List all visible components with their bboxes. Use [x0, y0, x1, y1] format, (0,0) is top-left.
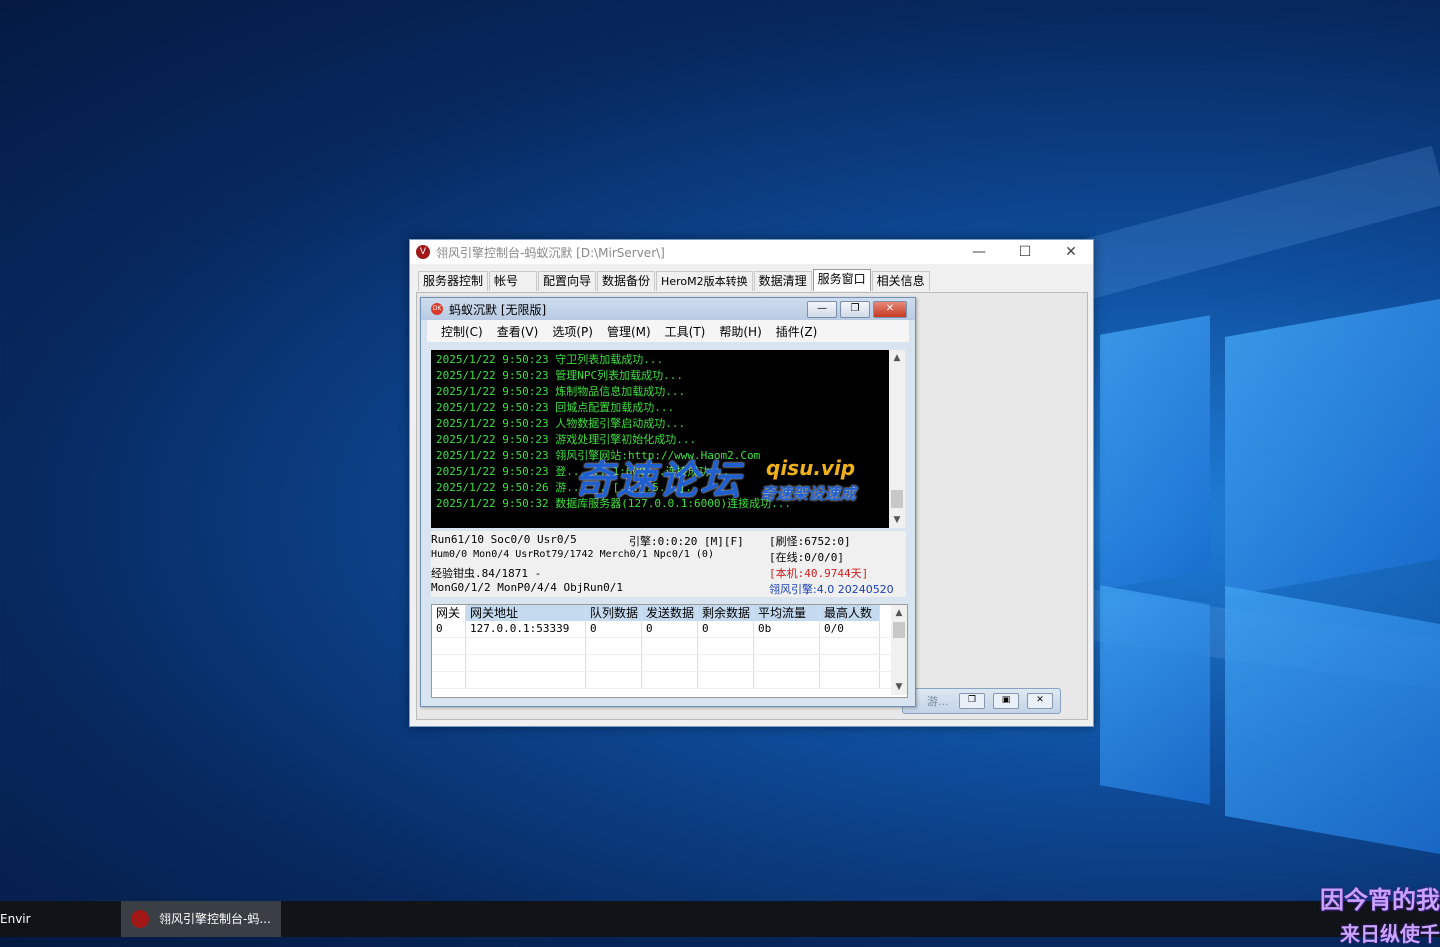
table-row — [432, 672, 907, 689]
menu-options[interactable]: 选项(P) — [552, 323, 593, 340]
log-line: 2025/1/22 9:50:23 游戏处理引擎初始化成功... — [436, 433, 697, 446]
tab-account[interactable]: 帐号 — [489, 271, 538, 291]
table-cell: 0 — [432, 621, 466, 637]
child-titlebar: DK 蚂蚁沉默 [无限版] — ❐ ✕ — [421, 298, 915, 320]
gateway-table: 网关 网关地址 队列数据 发送数据 剩余数据 平均流量 最高人数 0 127.0… — [431, 604, 908, 698]
restore-icon[interactable]: ❐ — [959, 693, 985, 709]
col-gateway-address[interactable]: 网关地址 — [466, 605, 586, 621]
maximize-icon[interactable]: ▣ — [993, 693, 1019, 709]
child-menubar: 控制(C) 查看(V) 选项(P) 管理(M) 工具(T) 帮助(H) 插件(Z… — [427, 320, 909, 342]
stat-hum: Hum0/0 Mon0/4 UsrRot79/1742 Merch0/1 Npc… — [431, 549, 714, 560]
col-sent[interactable]: 发送数据 — [642, 605, 698, 621]
minimized-child-label: 游... — [927, 695, 949, 708]
taskbar-envir-item[interactable]: Envir — [0, 901, 31, 937]
table-cell: 0 — [698, 621, 754, 637]
stats-panel: Run61/10 Soc0/0 Usr0/5 引擎:0:0:20 [M][F] … — [431, 531, 906, 597]
tab-data-backup[interactable]: 数据备份 — [597, 271, 656, 291]
windows-logo-pane — [1225, 299, 1440, 597]
minimize-button[interactable]: — — [956, 240, 1002, 264]
scroll-up-icon[interactable]: ▲ — [891, 605, 907, 621]
child-minimize-button[interactable]: — — [807, 301, 837, 318]
stat-run: Run61/10 Soc0/0 Usr0/5 — [431, 533, 577, 546]
table-row — [432, 655, 907, 672]
windows-logo-pane — [1225, 586, 1440, 854]
tab-herom2-convert[interactable]: HeroM2版本转换 — [656, 271, 753, 291]
table-cell: 0/0 — [820, 621, 880, 637]
watermark-logo: 奇速论坛 — [574, 458, 742, 504]
col-remaining[interactable]: 剩余数据 — [698, 605, 754, 621]
windows-logo-pane — [1100, 315, 1210, 590]
log-line: 2025/1/22 9:50:23 回城点配置加载成功... — [436, 401, 675, 414]
table-cell: 0 — [642, 621, 698, 637]
col-gateway[interactable]: 网关 — [432, 605, 466, 621]
table-row[interactable]: 0 127.0.0.1:53339 0 0 0 0b 0/0 — [432, 621, 907, 638]
close-button[interactable]: ✕ — [1048, 240, 1094, 264]
stat-refresh: [刷怪:6752:0] — [769, 535, 851, 548]
log-line: 2025/1/22 9:50:23 人物数据引擎启动成功... — [436, 417, 686, 430]
tab-server-control[interactable]: 服务器控制 — [418, 271, 489, 291]
main-window-title: 翎风引擎控制台-蚂蚁沉默 [D:\MirServer\] — [436, 245, 665, 260]
taskbar-app-button[interactable]: 翎风引擎控制台-蚂... — [121, 901, 281, 937]
table-row — [432, 638, 907, 655]
log-line: 2025/1/22 9:50:23 炼制物品信息加载成功... — [436, 385, 686, 398]
watermark-url: qisu.vip — [766, 456, 856, 480]
stat-mon: MonG0/1/2 MonP0/4/4 ObjRun0/1 — [431, 581, 624, 594]
table-cell: 0b — [754, 621, 820, 637]
table-header: 网关 网关地址 队列数据 发送数据 剩余数据 平均流量 最高人数 — [432, 605, 907, 621]
taskbar: Envir 翎风引擎控制台-蚂... — [0, 901, 1440, 937]
app-logo-icon: V — [416, 245, 430, 259]
stat-version: 翎风引擎:4.0 20240520 — [769, 583, 894, 596]
log-line: 2025/1/22 9:50:23 管理NPC列表加载成功... — [436, 369, 683, 382]
main-titlebar: V 翎风引擎控制台-蚂蚁沉默 [D:\MirServer\] — ☐ ✕ — [410, 240, 1093, 264]
menu-help[interactable]: 帮助(H) — [719, 323, 761, 340]
col-queue[interactable]: 队列数据 — [586, 605, 642, 621]
minimized-child-window[interactable]: 游... ❐ ▣ ✕ — [902, 688, 1061, 714]
scroll-thumb[interactable] — [893, 622, 905, 638]
menu-control[interactable]: 控制(C) — [441, 323, 483, 340]
scroll-thumb[interactable] — [891, 490, 903, 508]
watermark-tagline: 奇速架设速成 — [760, 484, 857, 503]
app-logo-icon — [131, 910, 149, 928]
tab-service-window[interactable]: 服务窗口 — [812, 269, 871, 291]
taskbar-app-label: 翎风引擎控制台-蚂... — [159, 912, 271, 926]
stat-engine-time: 引擎:0:0:20 [M][F] — [629, 535, 744, 548]
child-close-button[interactable]: ✕ — [873, 301, 907, 318]
maximize-button[interactable]: ☐ — [1002, 240, 1048, 264]
scroll-down-icon[interactable]: ▼ — [891, 679, 907, 695]
stat-local: [本机:40.9744天] — [769, 567, 869, 580]
main-tabs: 服务器控制 帐号 配置向导 数据备份 HeroM2版本转换 数据清理 服务窗口 … — [418, 269, 931, 291]
table-cell: 0 — [586, 621, 642, 637]
col-max-users[interactable]: 最高人数 — [820, 605, 880, 621]
table-scrollbar[interactable]: ▲ ▼ — [891, 605, 907, 695]
table-cell: 127.0.0.1:53339 — [466, 621, 586, 637]
video-caption-line1: 因今宵的我 — [1320, 886, 1440, 914]
video-caption-line2: 来日纵使千 — [1340, 922, 1440, 946]
tab-data-clean[interactable]: 数据清理 — [753, 271, 812, 291]
menu-view[interactable]: 查看(V) — [497, 323, 539, 340]
menu-plugins[interactable]: 插件(Z) — [776, 323, 818, 340]
tab-config-wizard[interactable]: 配置向导 — [538, 271, 597, 291]
log-scrollbar[interactable]: ▲ ▼ — [889, 350, 905, 528]
child-window-title: 蚂蚁沉默 [无限版] — [449, 302, 547, 317]
scroll-up-icon[interactable]: ▲ — [889, 350, 905, 366]
child-restore-button[interactable]: ❐ — [840, 301, 870, 318]
log-line: 2025/1/22 9:50:23 守卫列表加载成功... — [436, 353, 664, 366]
menu-manage[interactable]: 管理(M) — [607, 323, 651, 340]
stat-online: [在线:0/0/0] — [769, 551, 844, 564]
scroll-down-icon[interactable]: ▼ — [889, 512, 905, 528]
tab-related-info[interactable]: 相关信息 — [871, 271, 930, 291]
close-icon[interactable]: ✕ — [1027, 693, 1053, 709]
col-avg-traffic[interactable]: 平均流量 — [754, 605, 820, 621]
child-app-icon: DK — [431, 303, 443, 315]
stat-exp: 经验钳虫.84/1871 - — [431, 567, 542, 580]
windows-logo-pane — [1100, 585, 1210, 805]
menu-tools[interactable]: 工具(T) — [665, 323, 706, 340]
